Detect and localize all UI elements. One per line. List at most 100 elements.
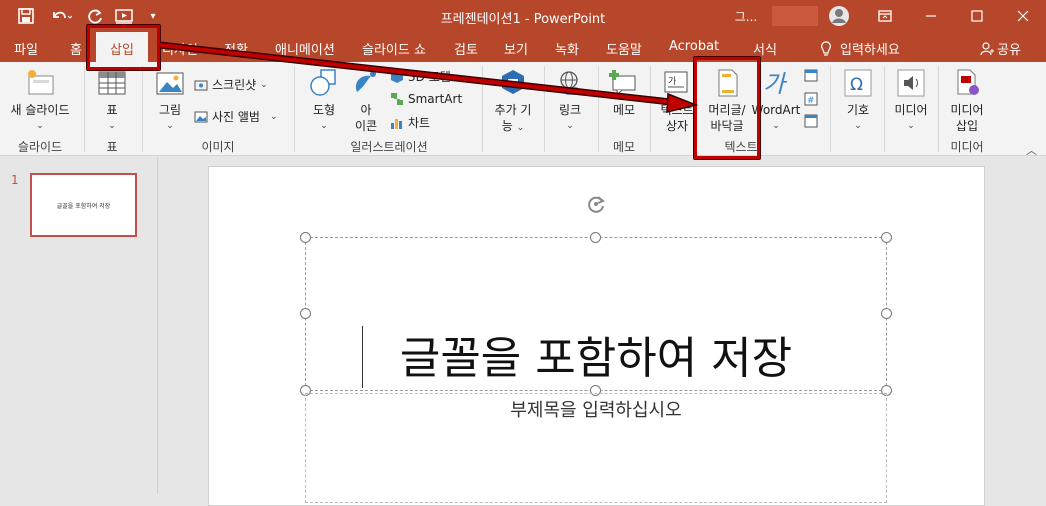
maximize-icon[interactable] [954, 0, 1000, 32]
addins-label-2: 능 [501, 119, 513, 133]
slide-thumbnails-pane: 1 글꼴을 포함하여 저장 [0, 157, 158, 494]
addins-label-1: 추가 기 [494, 103, 532, 117]
chart-button[interactable]: 차트 [390, 114, 430, 131]
textbox-button[interactable]: 가 텍스트 상자 [656, 68, 698, 134]
tab-format[interactable]: 서식 [753, 39, 777, 58]
link-icon [555, 68, 585, 98]
picture-button[interactable]: 그림 ⌄ [150, 68, 190, 134]
object-button[interactable] [804, 114, 822, 128]
group-label-images: 이미지 [201, 140, 235, 154]
slide[interactable]: 글꼴을 포함하여 저장 부제목을 입력하십시오 [208, 166, 985, 506]
tab-acrobat[interactable]: Acrobat [669, 39, 719, 54]
chevron-down-icon: ⌄ [516, 123, 525, 133]
smartart-icon [390, 92, 404, 106]
ribbon-display-options-icon[interactable] [862, 0, 908, 32]
group-divider [598, 66, 599, 152]
slide-title[interactable]: 글꼴을 포함하여 저장 [306, 322, 886, 386]
redo-icon[interactable] [84, 5, 106, 27]
slide-number-button[interactable]: # [804, 92, 822, 106]
comment-button[interactable]: 메모 [604, 68, 644, 118]
icons-label-2: 이콘 [354, 119, 378, 133]
group-divider [142, 66, 143, 152]
models3d-button[interactable]: 3D 모델 [390, 68, 451, 85]
link-button[interactable]: 링크 ⌄ [550, 68, 590, 134]
close-icon[interactable] [1000, 0, 1046, 32]
start-slideshow-icon[interactable] [112, 5, 138, 27]
tell-me-search[interactable]: 입력하세요 [820, 39, 900, 58]
resize-handle[interactable] [881, 308, 892, 319]
title-placeholder[interactable]: 글꼴을 포함하여 저장 [305, 237, 887, 391]
lightbulb-icon [821, 40, 831, 56]
subtitle-placeholder[interactable]: 부제목을 입력하십시오 [305, 393, 887, 503]
photo-album-label: 사진 앨범 [212, 110, 260, 124]
header-footer-highlight [694, 57, 760, 159]
models3d-label: 3D 모델 [408, 70, 451, 84]
slide-editor: 글꼴을 포함하여 저장 부제목을 입력하십시오 [159, 157, 1046, 506]
share-button[interactable]: 공유 [980, 39, 1021, 58]
chevron-down-icon: ⌄ [907, 121, 915, 131]
rotate-handle-icon[interactable] [585, 193, 607, 218]
svg-text:Ω: Ω [850, 75, 863, 95]
textbox-icon: 가 [662, 68, 692, 98]
photo-album-icon [194, 110, 208, 124]
tab-slideshow[interactable]: 슬라이드 쇼 [362, 39, 426, 58]
tab-file[interactable]: 파일 [14, 39, 38, 58]
resize-handle[interactable] [300, 308, 311, 319]
comment-label: 메모 [612, 103, 636, 117]
resize-handle[interactable] [590, 232, 601, 243]
tab-record[interactable]: 녹화 [555, 39, 579, 58]
customize-quick-access-icon[interactable]: ▾ [146, 5, 160, 27]
addins-icon [498, 68, 528, 98]
new-slide-label: 새 슬라이드 [10, 103, 70, 117]
save-icon[interactable] [14, 5, 38, 27]
chart-label: 차트 [408, 116, 431, 130]
media-insert-button[interactable]: 미디어 삽입 [942, 68, 992, 134]
shapes-button[interactable]: 도형 ⌄ [302, 68, 346, 134]
symbols-label: 기호 [846, 103, 870, 117]
tab-transitions[interactable]: 전환 [224, 39, 248, 58]
shapes-icon [309, 68, 339, 98]
tab-help[interactable]: 도움말 [606, 39, 642, 58]
screenshot-button[interactable]: 스크린샷 ⌄ [194, 76, 268, 93]
slide-number: 1 [11, 173, 19, 187]
smartart-button[interactable]: SmartArt [390, 92, 462, 106]
tab-review[interactable]: 검토 [454, 39, 478, 58]
group-label-table: 표 [106, 140, 118, 154]
user-name[interactable]: 그... [728, 5, 764, 27]
symbols-button[interactable]: Ω 기호 ⌄ [836, 68, 880, 134]
icons-icon [351, 68, 381, 98]
tab-home[interactable]: 홈 [70, 39, 82, 58]
avatar[interactable] [826, 5, 852, 27]
minimize-icon[interactable] [908, 0, 954, 32]
chevron-down-icon: ⌄ [854, 121, 862, 131]
tab-view[interactable]: 보기 [504, 39, 528, 58]
smartart-label: SmartArt [408, 92, 463, 106]
group-divider [830, 66, 831, 152]
comment-icon [609, 68, 639, 98]
tab-design[interactable]: 디자인 [162, 39, 198, 58]
icons-button[interactable]: 아 이콘 [348, 68, 384, 134]
group-divider [884, 66, 885, 152]
resize-handle[interactable] [300, 232, 311, 243]
resize-handle[interactable] [881, 232, 892, 243]
icons-label-1: 아 [360, 103, 372, 117]
date-time-button[interactable] [804, 68, 822, 82]
chevron-down-icon: ⌄ [320, 121, 328, 131]
group-label-comment: 메모 [612, 140, 636, 154]
media-button[interactable]: 미디어 ⌄ [888, 68, 934, 134]
undo-icon[interactable] [44, 5, 78, 27]
photo-album-button[interactable]: 사진 앨범 ⌄ [194, 108, 278, 125]
chart-icon [390, 116, 404, 130]
media-insert-icon [952, 68, 982, 98]
addins-button[interactable]: 추가 기 능 ⌄ [488, 68, 538, 136]
media-insert-label-2: 삽입 [955, 119, 979, 133]
collapse-ribbon-icon[interactable]: ︿ [1026, 142, 1037, 158]
screenshot-label: 스크린샷 [212, 78, 257, 92]
tab-animations[interactable]: 애니메이션 [275, 39, 335, 58]
media-insert-label-1: 미디어 [950, 103, 984, 117]
slide-thumbnail[interactable]: 글꼴을 포함하여 저장 [30, 173, 137, 237]
new-slide-button[interactable]: 새 슬라이드 ⌄ [6, 68, 74, 134]
table-button[interactable]: 표 ⌄ [92, 68, 132, 134]
subtitle-text[interactable]: 부제목을 입력하십시오 [306, 396, 886, 422]
shapes-label: 도형 [312, 103, 336, 117]
